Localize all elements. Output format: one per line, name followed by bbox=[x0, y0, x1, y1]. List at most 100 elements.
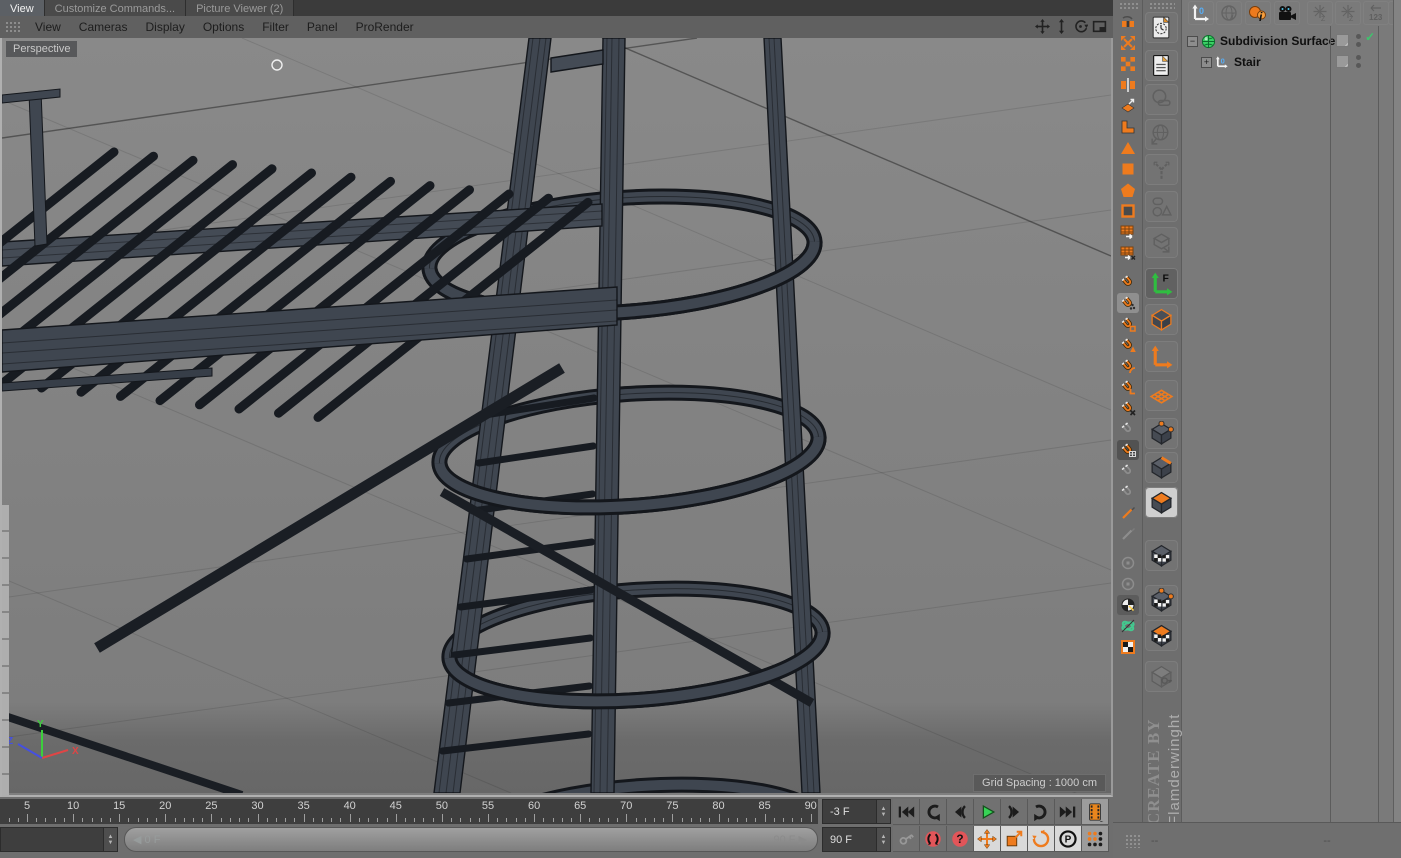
coord-frame-icon[interactable]: F bbox=[1145, 268, 1178, 299]
snap-triangle-icon[interactable] bbox=[1117, 335, 1139, 355]
uv-polygon-mode-icon[interactable] bbox=[1145, 620, 1178, 651]
visibility-editor-dot[interactable] bbox=[1356, 55, 1361, 60]
prev-frame-button[interactable] bbox=[947, 799, 974, 825]
key-scale-button[interactable] bbox=[1001, 826, 1028, 852]
expand-icon[interactable]: + bbox=[1201, 56, 1212, 68]
timeline-ruler[interactable]: 5 10 15 20 25 30 35 40 45 50 55 60 65 70 75 80 85 90 bbox=[0, 799, 818, 824]
film-render-button[interactable] bbox=[1082, 799, 1109, 825]
triangle-tool-icon[interactable] bbox=[1117, 138, 1139, 158]
record-button[interactable] bbox=[920, 826, 947, 852]
tab-picture-viewer-2[interactable]: Picture Viewer (2) bbox=[186, 0, 295, 16]
checker-tool-icon[interactable] bbox=[1117, 54, 1139, 74]
menu-prorender[interactable]: ProRender bbox=[347, 16, 423, 38]
lod-disabled-icon[interactable] bbox=[1117, 553, 1139, 573]
snap-corner-icon[interactable] bbox=[1117, 377, 1139, 397]
workplane-mode-icon[interactable] bbox=[1145, 380, 1178, 411]
object-row-subdivision-surface[interactable]: − Subdivision Surface bbox=[1187, 31, 1335, 51]
dolly-view-icon[interactable] bbox=[1053, 18, 1069, 34]
axis-zero-icon[interactable]: 0 bbox=[1188, 1, 1214, 25]
objects-info-icon[interactable]: i bbox=[1245, 1, 1271, 25]
key-position-button[interactable] bbox=[974, 826, 1001, 852]
current-frame-field[interactable]: ▲ ▼ bbox=[0, 827, 118, 852]
spinner[interactable]: ▲ ▼ bbox=[876, 800, 890, 823]
measure-pen-icon[interactable] bbox=[1117, 503, 1139, 523]
key-rotation-button[interactable] bbox=[1028, 826, 1055, 852]
enabled-check-icon[interactable]: ✓ bbox=[1365, 30, 1375, 44]
playhead-marker[interactable]: ◀ 0 F bbox=[125, 833, 160, 846]
simulate-disabled-icon[interactable] bbox=[1145, 84, 1178, 115]
range-end-field[interactable]: 90 F ▲ ▼ bbox=[822, 827, 891, 852]
snap-points-icon[interactable] bbox=[1117, 293, 1139, 313]
timeline-doc-icon[interactable] bbox=[1145, 12, 1178, 43]
wedge-tool-icon[interactable] bbox=[1117, 96, 1139, 116]
lod-disabled-icon[interactable] bbox=[1117, 574, 1139, 594]
snap-arc-icon[interactable] bbox=[1117, 356, 1139, 376]
next-key-button[interactable] bbox=[1028, 799, 1055, 825]
om-scrollbar[interactable] bbox=[1393, 0, 1401, 822]
tab-view[interactable]: View bbox=[0, 0, 45, 16]
play-button[interactable] bbox=[974, 799, 1001, 825]
palette-grip[interactable] bbox=[1118, 2, 1139, 10]
goto-end-button[interactable] bbox=[1055, 799, 1082, 825]
object-label[interactable]: Stair bbox=[1234, 55, 1261, 69]
texture-mode-icon[interactable] bbox=[1145, 540, 1178, 571]
menubar-grip[interactable] bbox=[5, 21, 21, 33]
object-label[interactable]: Subdivision Surface bbox=[1220, 34, 1335, 48]
measure-disabled-icon[interactable] bbox=[1117, 524, 1139, 544]
menu-view[interactable]: View bbox=[26, 16, 70, 38]
palette-grip[interactable] bbox=[1149, 2, 1175, 10]
visibility-render-dot[interactable] bbox=[1356, 42, 1361, 47]
statusbar-grip[interactable] bbox=[1125, 833, 1141, 848]
rotate-view-icon[interactable] bbox=[1072, 18, 1088, 34]
polygon-mode-icon[interactable] bbox=[1145, 487, 1178, 518]
layer-toggle[interactable] bbox=[1336, 55, 1349, 68]
keyframe-selection-button[interactable] bbox=[1082, 826, 1109, 852]
range-start-field[interactable]: -3 F ▲ ▼ bbox=[822, 799, 891, 824]
snap-disabled-icon[interactable] bbox=[1117, 482, 1139, 502]
object-row-stair[interactable]: +0 Stair bbox=[1201, 52, 1261, 72]
render-camera-icon[interactable] bbox=[1274, 1, 1300, 25]
autokey-button[interactable] bbox=[893, 826, 920, 852]
branch-disabled-icon[interactable] bbox=[1145, 154, 1178, 185]
tab-customize-commands[interactable]: Customize Commands... bbox=[44, 0, 187, 16]
globe-disabled-icon[interactable] bbox=[1145, 119, 1178, 150]
grid-export-x-tool-icon[interactable] bbox=[1117, 243, 1139, 263]
edge-mode-icon[interactable] bbox=[1145, 452, 1178, 483]
grid-export-tool-icon[interactable] bbox=[1117, 222, 1139, 242]
arrange-tool-icon[interactable] bbox=[1117, 12, 1139, 32]
visibility-render-dot[interactable] bbox=[1356, 63, 1361, 68]
next-frame-button[interactable] bbox=[1001, 799, 1028, 825]
content-doc-icon[interactable] bbox=[1145, 50, 1178, 81]
snap-disabled-icon[interactable] bbox=[1117, 419, 1139, 439]
burst-disabled-icon[interactable]: Z bbox=[1307, 1, 1333, 25]
model-mode-icon[interactable] bbox=[1145, 304, 1178, 335]
pentagon-tool-icon[interactable] bbox=[1117, 180, 1139, 200]
camera-label[interactable]: Perspective bbox=[6, 41, 78, 57]
points-mode-icon[interactable] bbox=[1145, 418, 1178, 449]
frame-tool-icon[interactable] bbox=[1117, 201, 1139, 221]
anim-mode-disabled-icon[interactable] bbox=[1145, 661, 1178, 692]
renumber-disabled-icon[interactable]: 123 bbox=[1363, 1, 1389, 25]
layer-toggle[interactable] bbox=[1336, 34, 1349, 47]
menu-display[interactable]: Display bbox=[136, 16, 193, 38]
mirror-tool-icon[interactable] bbox=[1117, 75, 1139, 95]
prev-key-button[interactable] bbox=[920, 799, 947, 825]
move-view-icon[interactable] bbox=[1034, 18, 1050, 34]
collapse-icon[interactable]: − bbox=[1187, 35, 1198, 47]
menu-panel[interactable]: Panel bbox=[298, 16, 347, 38]
box-arrow-disabled-icon[interactable] bbox=[1145, 227, 1178, 258]
goto-start-button[interactable] bbox=[893, 799, 920, 825]
burst-disabled-icon[interactable]: Z bbox=[1335, 1, 1361, 25]
square-tool-icon[interactable] bbox=[1117, 159, 1139, 179]
perspective-viewport[interactable]: Y X Z Perspective Grid Spacing : 1000 cm bbox=[0, 37, 1113, 858]
spread-tool-icon[interactable] bbox=[1117, 33, 1139, 53]
uv-points-mode-icon[interactable] bbox=[1145, 585, 1178, 616]
snap-disabled-icon[interactable] bbox=[1117, 461, 1139, 481]
visibility-editor-dot[interactable] bbox=[1356, 34, 1361, 39]
checker-sphere-icon[interactable] bbox=[1117, 595, 1139, 615]
spline-knot-icon[interactable] bbox=[1117, 616, 1139, 636]
shapes-disabled-icon[interactable] bbox=[1145, 191, 1178, 222]
menu-filter[interactable]: Filter bbox=[253, 16, 298, 38]
spinner[interactable]: ▲ ▼ bbox=[103, 828, 117, 851]
world-info-disabled-icon[interactable]: i bbox=[1216, 1, 1242, 25]
